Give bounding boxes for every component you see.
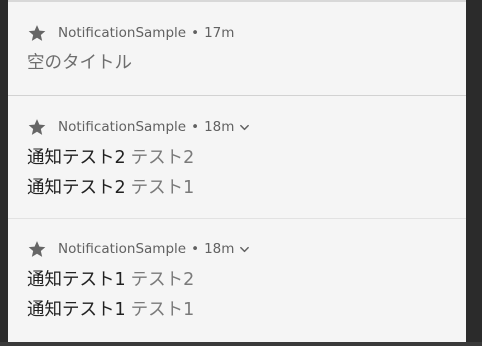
bottom-shadow-bar [0, 342, 482, 346]
star-icon [28, 25, 46, 41]
line-title: 通知テスト2 [27, 148, 126, 168]
notification-line: 通知テスト1 テスト2 [27, 269, 194, 291]
notification-title: 空のタイトル [27, 53, 132, 73]
notification-card[interactable]: NotificationSample • 17m 空のタイトル [8, 0, 466, 96]
star-icon [28, 241, 46, 257]
line-text: テスト2 [130, 270, 195, 290]
notification-line: 通知テスト2 テスト1 [27, 177, 194, 199]
notification-line: 通知テスト1 テスト1 [27, 299, 194, 321]
separator-dot: • [191, 241, 200, 257]
line-title: 通知テスト1 [27, 270, 126, 290]
timestamp: 18m [204, 241, 235, 257]
separator-dot: • [191, 119, 200, 135]
notification-line: 通知テスト2 テスト2 [27, 147, 194, 169]
notification-header: NotificationSample • 17m [27, 23, 234, 43]
chevron-down-icon[interactable] [239, 244, 250, 255]
app-name: NotificationSample [58, 25, 187, 41]
chevron-down-icon[interactable] [239, 122, 250, 133]
app-name: NotificationSample [58, 119, 187, 135]
star-icon [28, 119, 46, 135]
line-title: 通知テスト2 [27, 178, 126, 198]
line-text: テスト2 [130, 148, 195, 168]
app-name: NotificationSample [58, 241, 187, 257]
notification-shade: NotificationSample • 17m 空のタイトル Notifica… [8, 0, 466, 342]
line-text: テスト1 [130, 300, 195, 320]
notification-card[interactable]: NotificationSample • 18m 通知テスト2 テスト2 通知テス… [8, 97, 466, 219]
notification-header: NotificationSample • 18m [27, 117, 250, 137]
separator-dot: • [191, 25, 200, 41]
timestamp: 17m [204, 25, 235, 41]
line-title: 通知テスト1 [27, 300, 126, 320]
notification-card[interactable]: NotificationSample • 18m 通知テスト1 テスト2 通知テス… [8, 220, 466, 342]
line-text: テスト1 [130, 178, 195, 198]
timestamp: 18m [204, 119, 235, 135]
notification-header: NotificationSample • 18m [27, 239, 250, 259]
